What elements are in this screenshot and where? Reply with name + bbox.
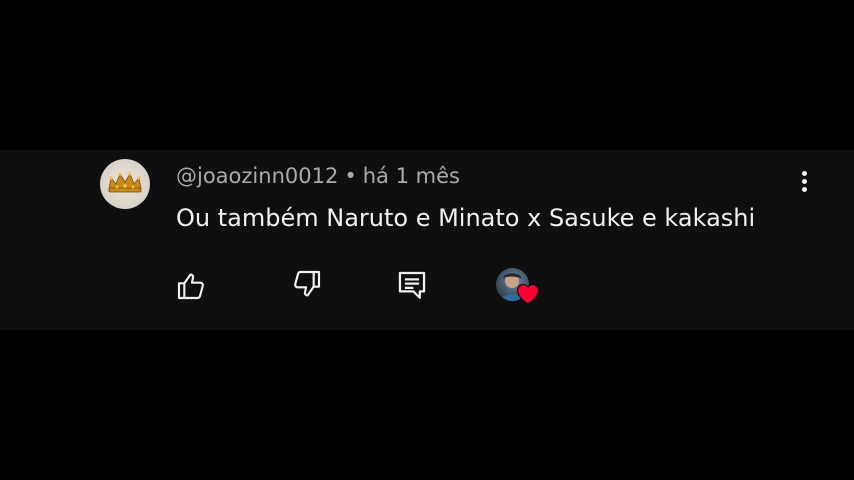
comment-card: @joaozinn0012 • há 1 mês Ou também Naruto …	[0, 150, 854, 330]
creator-heart	[496, 266, 544, 308]
dislike-button[interactable]	[290, 268, 324, 302]
comment-text: Ou também Naruto e Minato x Sasuke e kak…	[176, 204, 756, 232]
separator: •	[344, 164, 357, 188]
crown-icon	[108, 172, 142, 193]
comment-reply-icon	[398, 271, 426, 299]
like-button[interactable]	[174, 270, 208, 304]
more-vertical-icon	[801, 171, 807, 176]
more-button[interactable]	[792, 168, 816, 198]
username[interactable]: @joaozinn0012	[176, 164, 338, 188]
reply-button[interactable]	[395, 268, 429, 302]
heart-icon	[516, 283, 540, 305]
comment-meta: @joaozinn0012 • há 1 mês	[176, 162, 460, 190]
thumb-down-icon	[294, 270, 321, 297]
thumb-up-icon	[177, 273, 204, 300]
timestamp: há 1 mês	[362, 164, 460, 188]
avatar[interactable]	[100, 159, 150, 209]
